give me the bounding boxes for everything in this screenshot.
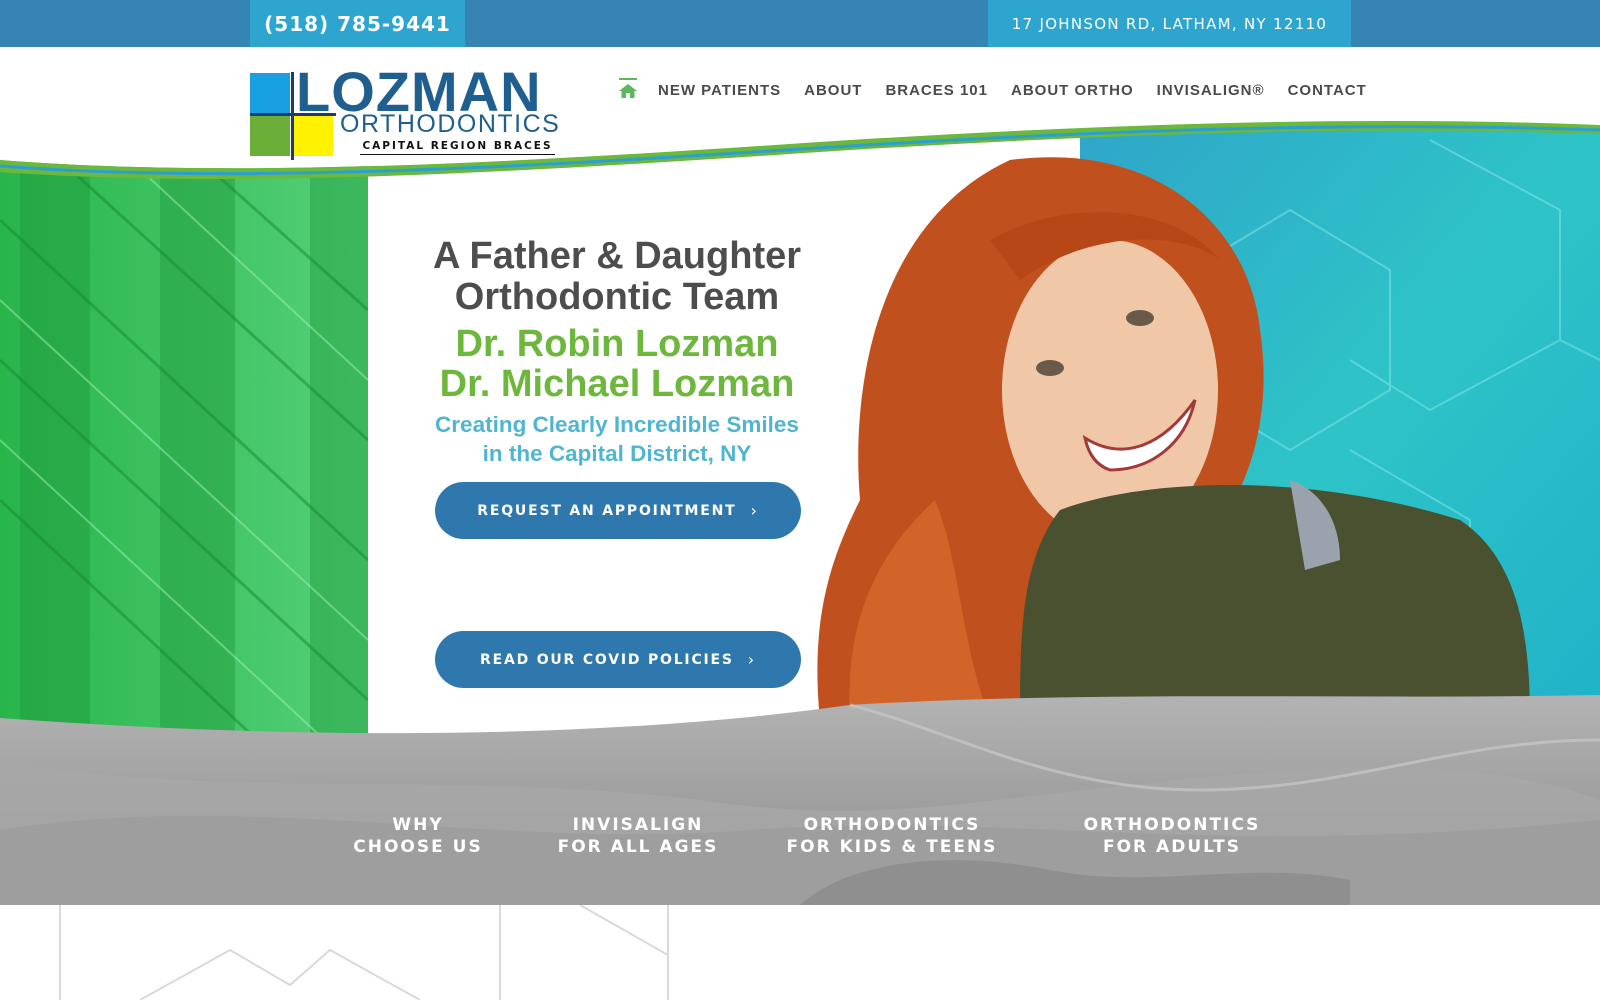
hero-title-line2: Orthodontic Team (454, 276, 780, 318)
quick-link-adults[interactable]: ORTHODONTICS FOR ADULTS (1062, 814, 1282, 858)
doctor-name-michael: Dr. Michael Lozman (439, 363, 795, 405)
hero-tagline-line2: in the Capital District, NY (482, 441, 752, 466)
top-bar: (518) 785-9441 17 JOHNSON RD, LATHAM, NY… (0, 0, 1600, 47)
hero-tagline: Creating Clearly Incredible Smiles in th… (402, 410, 832, 468)
quick-link-line1: ORTHODONTICS (803, 815, 981, 835)
doctor-name-robin: Dr. Robin Lozman (455, 323, 779, 365)
quick-link-line1: WHY (392, 815, 444, 835)
quick-link-line1: INVISALIGN (572, 815, 704, 835)
hero-title: A Father & Daughter Orthodontic Team (402, 236, 832, 318)
quick-link-why-choose-us[interactable]: WHY CHOOSE US (338, 814, 498, 858)
nav-about[interactable]: ABOUT (804, 82, 862, 99)
logo-tagline: CAPITAL REGION BRACES (360, 140, 555, 155)
logo-square-blue (250, 73, 290, 113)
main-nav: NEW PATIENTS ABOUT BRACES 101 ABOUT ORTH… (618, 75, 1367, 105)
quick-link-line2: FOR KIDS & TEENS (786, 837, 998, 857)
nav-invisalign[interactable]: INVISALIGN® (1157, 82, 1265, 99)
lower-pattern (0, 905, 1600, 1000)
hero-title-line1: A Father & Daughter (432, 235, 802, 277)
nav-home[interactable] (618, 78, 638, 102)
quick-link-line2: FOR ALL AGES (557, 837, 719, 857)
address-text: 17 JOHNSON RD, LATHAM, NY 12110 (988, 0, 1351, 47)
hero-tagline-line1: Creating Clearly Incredible Smiles (435, 412, 799, 437)
chevron-right-icon: › (750, 501, 759, 520)
nav-contact[interactable]: CONTACT (1288, 82, 1367, 99)
phone-link[interactable]: (518) 785-9441 (250, 0, 465, 47)
logo-divider-vertical (291, 72, 294, 160)
nav-about-ortho[interactable]: ABOUT ORTHO (1011, 82, 1134, 99)
home-icon (619, 84, 637, 98)
covid-policies-label: READ OUR COVID POLICIES (480, 651, 734, 668)
nav-new-patients[interactable]: NEW PATIENTS (658, 82, 781, 99)
quick-link-line1: ORTHODONTICS (1083, 815, 1261, 835)
quick-link-kids-teens[interactable]: ORTHODONTICS FOR KIDS & TEENS (782, 814, 1002, 858)
quick-link-line2: CHOOSE US (353, 837, 483, 857)
nav-braces-101[interactable]: BRACES 101 (885, 82, 988, 99)
request-appointment-label: REQUEST AN APPOINTMENT (477, 502, 737, 519)
quick-link-line2: FOR ADULTS (1102, 837, 1241, 857)
logo-subtitle: ORTHODONTICS (340, 110, 561, 138)
request-appointment-button[interactable]: REQUEST AN APPOINTMENT › (435, 482, 801, 539)
home-active-bar (619, 78, 637, 80)
covid-policies-button[interactable]: READ OUR COVID POLICIES › (435, 631, 801, 688)
hero-doctor-names: Dr. Robin Lozman Dr. Michael Lozman (402, 324, 832, 404)
site-logo[interactable]: LOZMAN ORTHODONTICS CAPITAL REGION BRACE… (250, 64, 575, 160)
chevron-right-icon: › (747, 650, 756, 669)
quick-link-invisalign[interactable]: INVISALIGN FOR ALL AGES (548, 814, 728, 858)
logo-square-green (250, 116, 290, 156)
